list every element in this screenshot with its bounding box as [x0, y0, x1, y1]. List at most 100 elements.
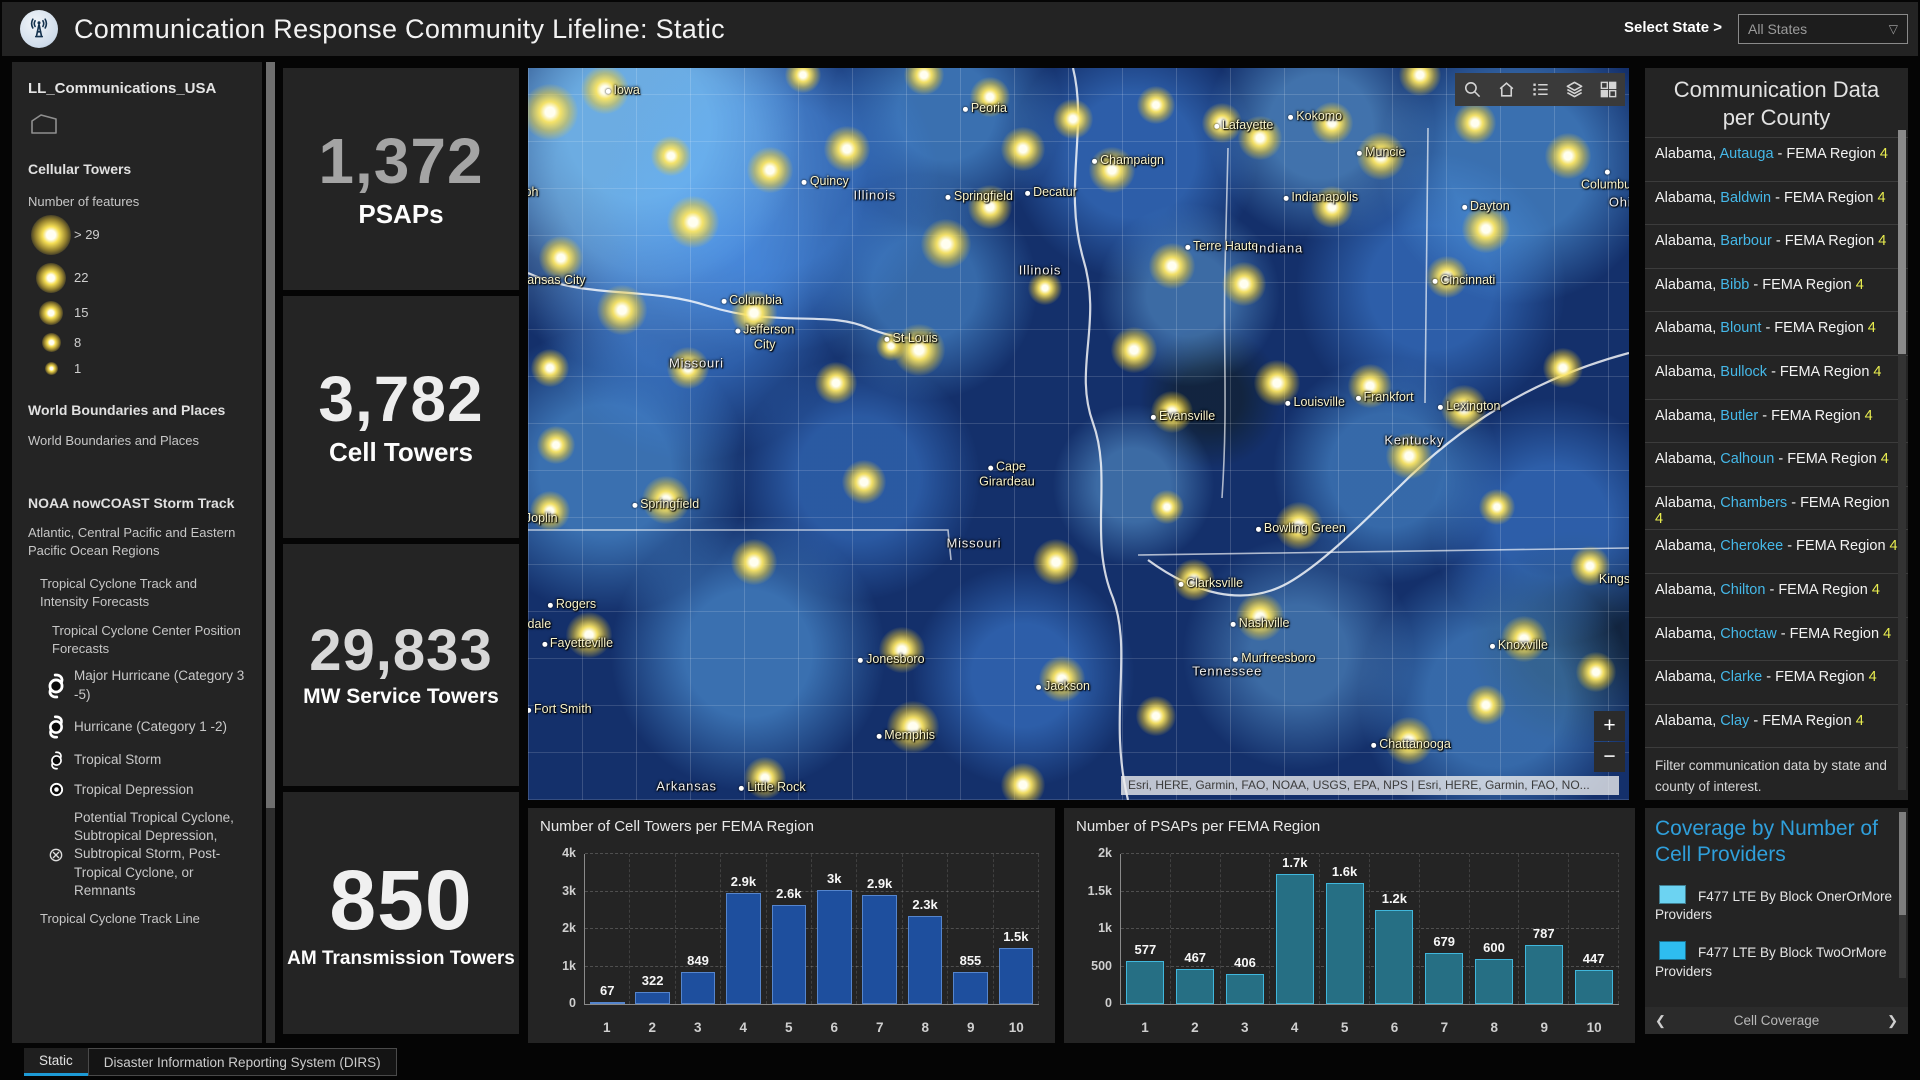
chart-plot: 01k2k3k4k673228492.9k2.6k3k2.9k2.3k8551.… [584, 854, 1039, 1005]
city-label: Bowling Green [1256, 521, 1346, 535]
previous-arrow-icon[interactable]: ❮ [1655, 1013, 1666, 1029]
cell-tower-glow [785, 68, 821, 93]
state-label: Tennessee [1192, 664, 1262, 679]
county-row[interactable]: Alabama, Clay - FEMA Region 4 [1645, 705, 1908, 749]
search-icon[interactable] [1459, 77, 1485, 103]
basemap-icon[interactable] [1595, 77, 1621, 103]
bar[interactable] [908, 916, 943, 1004]
bar[interactable] [681, 972, 716, 1004]
y-tick-label: 1k [562, 959, 576, 973]
bar-slot: 467 [1171, 854, 1221, 1004]
bar-slot: 1.7k [1270, 854, 1320, 1004]
bar[interactable] [1425, 953, 1463, 1004]
bar-slot: 2.9k [721, 854, 766, 1004]
cell-tower-glow [1399, 68, 1441, 96]
cell-towers-chart: Number of Cell Towers per FEMA Region 01… [528, 808, 1055, 1043]
county-name-text: Bibb [1720, 277, 1749, 293]
storm-track-group1: Tropical Cyclone Track and Intensity For… [40, 575, 248, 610]
radio-tower-logo-icon [20, 10, 58, 48]
city-label: Columbus [1581, 163, 1629, 192]
tab-disaster-information-reporting-system-dirs[interactable]: Disaster Information Reporting System (D… [88, 1048, 397, 1076]
cell-tower-glow [731, 539, 777, 585]
home-icon[interactable] [1493, 77, 1519, 103]
city-dot-icon [1285, 401, 1290, 406]
bar-value-label: 322 [626, 973, 679, 988]
bar[interactable] [862, 895, 897, 1004]
sidebar-scrollbar[interactable] [266, 62, 275, 1043]
tropical-depression-icon [38, 781, 74, 798]
map[interactable]: IowaPeoriaKokomoLafayetteMuncieChampaign… [528, 68, 1629, 800]
city-dot-icon [1371, 743, 1376, 748]
bar[interactable] [772, 905, 807, 1004]
x-tick-label: 6 [1370, 1020, 1420, 1035]
county-row[interactable]: Alabama, Butler - FEMA Region 4 [1645, 400, 1908, 444]
county-row[interactable]: Alabama, Autauga - FEMA Region 4 [1645, 138, 1908, 182]
bar[interactable] [1475, 959, 1513, 1004]
bar[interactable] [590, 1002, 625, 1005]
bar[interactable] [817, 890, 852, 1004]
bar[interactable] [635, 992, 670, 1004]
stat-label: AM Transmission Towers [287, 948, 515, 970]
county-state-text: Alabama, [1655, 669, 1720, 685]
city-dot-icon [528, 708, 531, 713]
city-dot-icon [1605, 169, 1610, 174]
layers-icon[interactable] [1561, 77, 1587, 103]
chart-title: Number of Cell Towers per FEMA Region [528, 808, 1055, 835]
bar[interactable] [1226, 974, 1264, 1004]
cellular-towers-title: Cellular Towers [28, 161, 248, 177]
bar[interactable] [1525, 945, 1563, 1004]
state-dropdown[interactable]: All States ▽ [1738, 14, 1908, 44]
bar[interactable] [1126, 961, 1164, 1004]
county-row[interactable]: Alabama, Clarke - FEMA Region 4 [1645, 661, 1908, 705]
county-row[interactable]: Alabama, Blount - FEMA Region 4 [1645, 312, 1908, 356]
storm-legend-label: Potential Tropical Cyclone, Subtropical … [74, 809, 248, 900]
x-tick-label: 7 [857, 1020, 903, 1035]
tower-glow-dot-icon [28, 362, 74, 375]
cell-tower-glow [1543, 348, 1583, 388]
county-row[interactable]: Alabama, Choctaw - FEMA Region 4 [1645, 618, 1908, 662]
psaps-chart: Number of PSAPs per FEMA Region 05001k1.… [1064, 808, 1635, 1043]
county-row[interactable]: Alabama, Bibb - FEMA Region 4 [1645, 269, 1908, 313]
stat-label: PSAPs [358, 199, 443, 230]
storm-legend-items: Major Hurricane (Category 3 -5) Hurrican… [28, 667, 248, 900]
zoom-out-button[interactable]: − [1594, 742, 1625, 772]
bar[interactable] [1326, 883, 1364, 1004]
track-line-label: Tropical Cyclone Track Line [40, 910, 248, 928]
county-state-text: Alabama, [1655, 190, 1720, 206]
county-row[interactable]: Alabama, Cherokee - FEMA Region 4 [1645, 530, 1908, 574]
cell-tower-glow [1001, 127, 1045, 171]
county-row[interactable]: Alabama, Bullock - FEMA Region 4 [1645, 356, 1908, 400]
county-row[interactable]: Alabama, Calhoun - FEMA Region 4 [1645, 443, 1908, 487]
county-row[interactable]: Alabama, Barbour - FEMA Region 4 [1645, 225, 1908, 269]
county-name-text: Clay [1720, 713, 1749, 729]
coverage-scrollbar[interactable] [1899, 812, 1906, 978]
tower-glow-dot-icon [28, 301, 74, 325]
county-row[interactable]: Alabama, Chilton - FEMA Region 4 [1645, 574, 1908, 618]
city-dot-icon [721, 299, 726, 304]
bar[interactable] [953, 972, 988, 1004]
tab-static[interactable]: Static [24, 1048, 88, 1076]
county-row[interactable]: Alabama, Chambers - FEMA Region 4 [1645, 487, 1908, 531]
county-name-text: Bullock [1720, 364, 1767, 380]
cellular-size-label: 1 [74, 361, 81, 376]
bar-value-label: 2.6k [762, 886, 815, 901]
next-arrow-icon[interactable]: ❯ [1887, 1013, 1898, 1029]
bar[interactable] [1276, 874, 1314, 1005]
county-list-scrollbar[interactable] [1898, 130, 1906, 790]
city-dot-icon [858, 658, 863, 663]
bar[interactable] [1375, 910, 1413, 1005]
cell-tower-glow [824, 126, 870, 172]
cell-tower-glow [651, 136, 691, 176]
city-dot-icon [885, 337, 890, 342]
bar-slot: 2.6k [767, 854, 812, 1004]
bar[interactable] [999, 948, 1034, 1004]
county-row[interactable]: Alabama, Baldwin - FEMA Region 4 [1645, 182, 1908, 226]
bar[interactable] [726, 893, 761, 1004]
bar[interactable] [1575, 970, 1613, 1004]
zoom-in-button[interactable]: + [1594, 711, 1625, 741]
tower-glow-dot-icon [28, 333, 74, 352]
legend-icon[interactable] [1527, 77, 1553, 103]
fema-region-number: 4 [1890, 538, 1898, 554]
bar[interactable] [1176, 969, 1214, 1004]
x-tick-label: 2 [630, 1020, 676, 1035]
